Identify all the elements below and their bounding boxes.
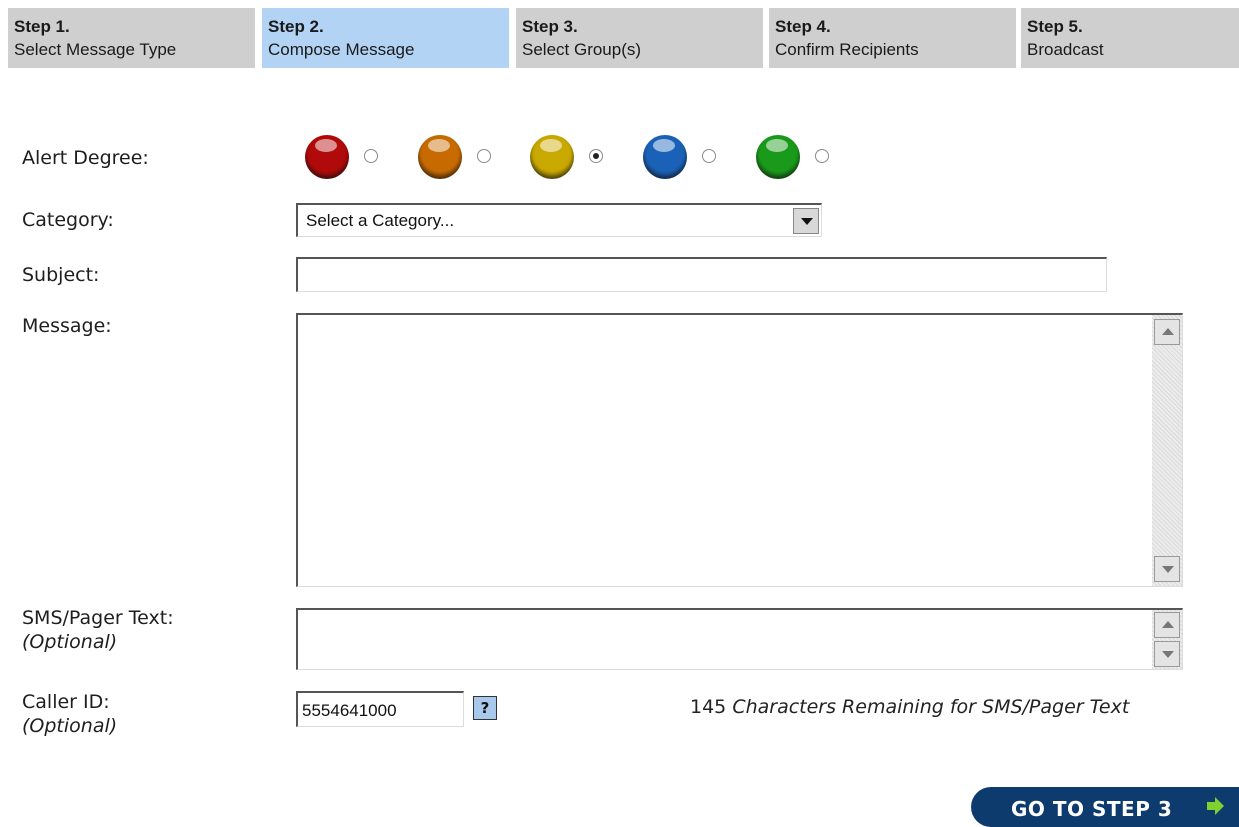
alert-level-2-indicator-icon: [418, 135, 462, 179]
scroll-down-icon[interactable]: [1154, 556, 1180, 582]
help-icon[interactable]: ?: [473, 696, 497, 720]
message-label: Message:: [22, 315, 112, 337]
sms-textarea[interactable]: [296, 608, 1183, 670]
go-to-step-3-button[interactable]: GO TO STEP 3: [971, 787, 1239, 827]
scroll-up-icon[interactable]: [1154, 612, 1180, 638]
callerid-input[interactable]: 5554641000: [296, 691, 464, 727]
step-number: Step 2.: [268, 17, 324, 36]
sms-optional-label: (Optional): [22, 631, 118, 653]
step-4: Step 4. Confirm Recipients: [769, 8, 1016, 68]
callerid-optional-label: (Optional): [22, 715, 118, 737]
alert-level-3-radio[interactable]: [589, 149, 603, 163]
message-textarea[interactable]: [296, 313, 1183, 587]
arrow-right-icon: [1207, 797, 1224, 815]
alert-degree-label: Alert Degree:: [22, 147, 149, 169]
step-number: Step 5.: [1027, 17, 1083, 36]
alert-level-4-indicator-icon: [643, 135, 687, 179]
go-button-label: GO TO STEP 3: [1011, 797, 1173, 821]
step-bar: Step 1. Select Message Type Step 2. Comp…: [8, 8, 1239, 68]
scroll-up-icon[interactable]: [1154, 319, 1180, 345]
chevron-down-icon[interactable]: [793, 208, 819, 234]
step-name: Confirm Recipients: [775, 40, 919, 59]
category-label: Category:: [22, 209, 114, 231]
step-name: Broadcast: [1027, 40, 1104, 59]
step-number: Step 3.: [522, 17, 578, 36]
step-number: Step 4.: [775, 17, 831, 36]
callerid-label-text: Caller ID:: [22, 691, 110, 713]
alert-level-1-radio[interactable]: [364, 149, 378, 163]
step-2: Step 2. Compose Message: [262, 8, 509, 68]
step-number: Step 1.: [14, 17, 70, 36]
sms-label-text: SMS/Pager Text:: [22, 607, 174, 629]
alert-level-5-radio[interactable]: [815, 149, 829, 163]
callerid-label: Caller ID: (Optional): [22, 690, 117, 738]
remaining-count: 145: [690, 696, 727, 718]
step-name: Select Group(s): [522, 40, 642, 59]
message-scrollbar[interactable]: [1152, 315, 1182, 586]
alert-level-3-indicator-icon: [530, 135, 574, 179]
step-1: Step 1. Select Message Type: [8, 8, 255, 68]
callerid-input-value: 5554641000: [302, 701, 397, 720]
alert-level-2-radio[interactable]: [477, 149, 491, 163]
step-name: Select Message Type: [14, 40, 177, 59]
sms-scrollbar[interactable]: [1152, 610, 1182, 669]
category-select[interactable]: Select a Category...: [296, 203, 822, 237]
scroll-down-icon[interactable]: [1154, 641, 1180, 667]
step-name: Compose Message: [268, 40, 415, 59]
subject-label: Subject:: [22, 264, 100, 286]
step-3: Step 3. Select Group(s): [516, 8, 763, 68]
category-select-value: Select a Category...: [306, 211, 455, 230]
sms-remaining-counter: 145 Characters Remaining for SMS/Pager T…: [690, 696, 1129, 718]
alert-level-5-indicator-icon: [756, 135, 800, 179]
sms-label: SMS/Pager Text: (Optional): [22, 606, 174, 654]
alert-level-1-indicator-icon: [305, 135, 349, 179]
remaining-text: Characters Remaining for SMS/Pager Text: [732, 696, 1130, 718]
subject-input[interactable]: [296, 257, 1107, 292]
alert-level-4-radio[interactable]: [702, 149, 716, 163]
step-5: Step 5. Broadcast: [1021, 8, 1239, 68]
